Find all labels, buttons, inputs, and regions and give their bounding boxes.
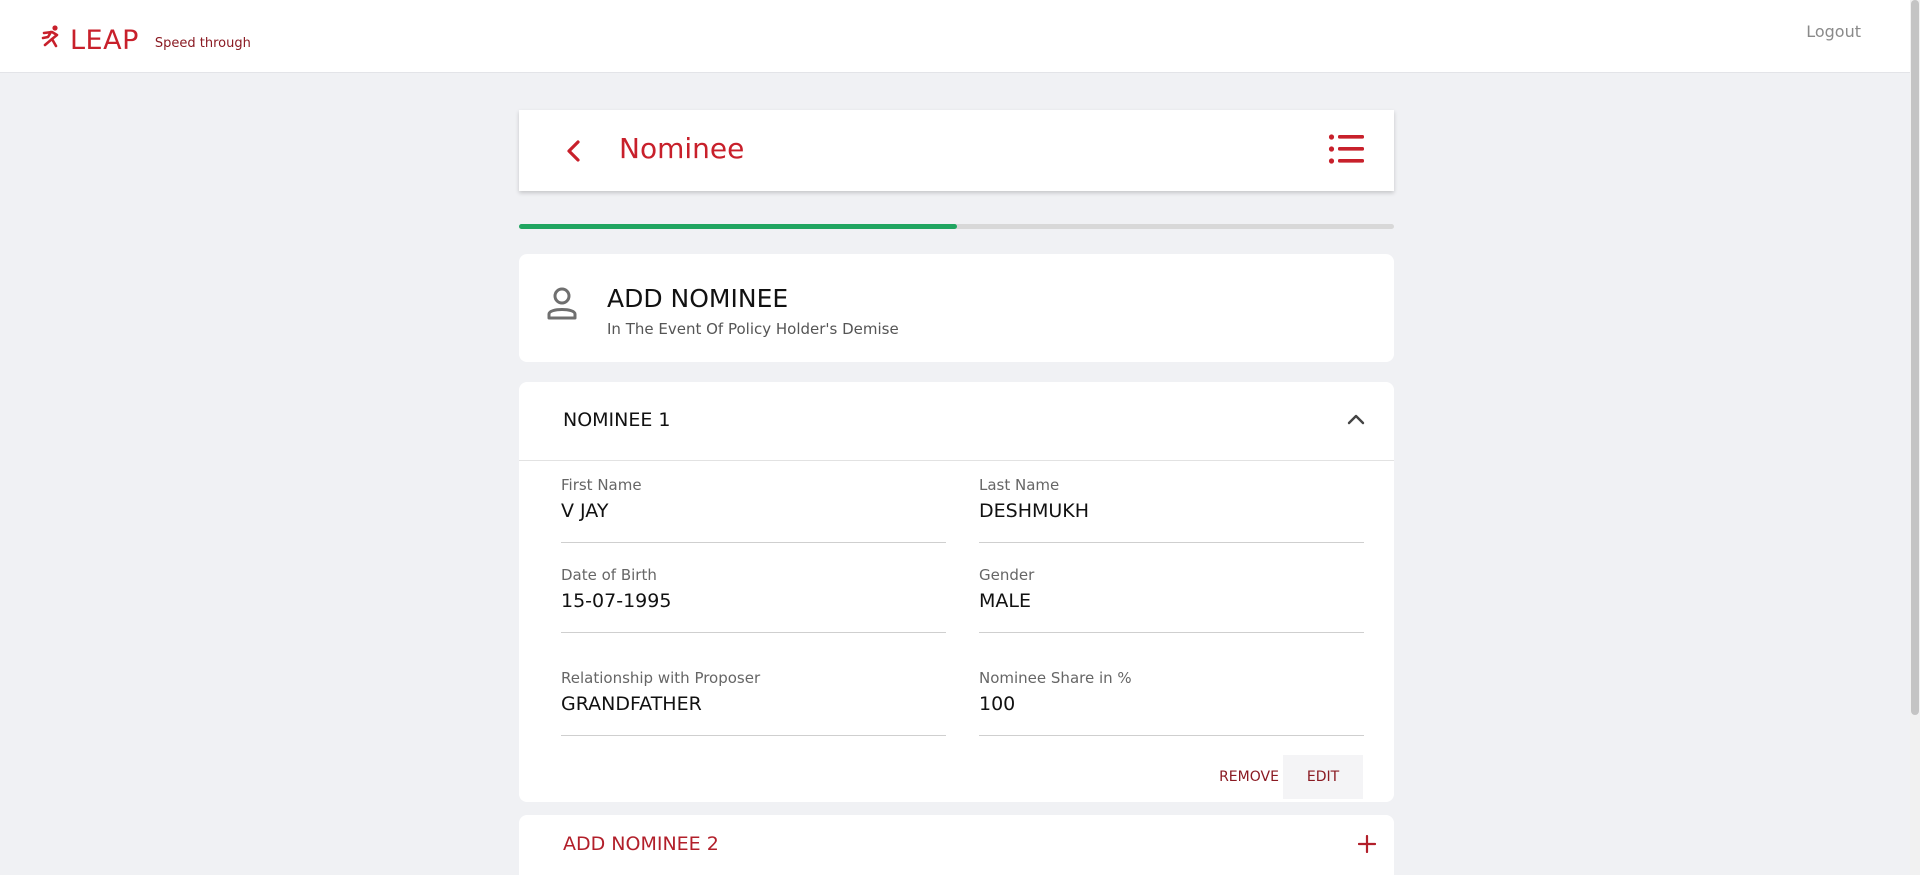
date-of-birth-label: Date of Birth <box>561 566 657 584</box>
relationship-field: Relationship with Proposer GRANDFATHER <box>561 669 946 736</box>
add-nominee-intro-card: ADD NOMINEE In The Event Of Policy Holde… <box>519 254 1394 362</box>
edit-button[interactable]: EDIT <box>1283 755 1363 799</box>
nominee-1-card: NOMINEE 1 First Name V JAY Last Name DES… <box>519 382 1394 802</box>
gender-field: Gender MALE <box>979 566 1364 633</box>
relationship-value: GRANDFATHER <box>561 693 702 715</box>
scrollbar-thumb[interactable] <box>1911 0 1919 715</box>
remove-button[interactable]: REMOVE <box>1209 755 1289 799</box>
person-icon <box>545 286 579 322</box>
add-nominee-2-card[interactable]: ADD NOMINEE 2 <box>519 815 1394 875</box>
first-name-value: V JAY <box>561 500 609 522</box>
nominee-1-title: NOMINEE 1 <box>563 409 671 431</box>
first-name-label: First Name <box>561 476 642 494</box>
chevron-left-icon <box>567 140 580 162</box>
back-button[interactable] <box>559 136 589 166</box>
nominee-share-field: Nominee Share in % 100 <box>979 669 1364 736</box>
top-navbar: LEAP Speed through Logout <box>0 0 1920 73</box>
page-header-card: Nominee <box>519 110 1394 191</box>
relationship-label: Relationship with Proposer <box>561 669 761 687</box>
date-of-birth-value: 15-07-1995 <box>561 590 672 612</box>
progress-bar <box>519 224 1394 229</box>
chevron-up-icon[interactable] <box>1346 412 1366 426</box>
nominee-share-label: Nominee Share in % <box>979 669 1132 687</box>
menu-button[interactable] <box>1328 132 1364 166</box>
progress-bar-fill <box>519 224 957 229</box>
logout-link[interactable]: Logout <box>1806 22 1861 41</box>
last-name-label: Last Name <box>979 476 1060 494</box>
section-subtitle: In The Event Of Policy Holder's Demise <box>607 320 899 338</box>
nominee-share-value: 100 <box>979 693 1016 715</box>
plus-icon[interactable] <box>1358 835 1376 853</box>
runner-logo-icon <box>40 24 64 57</box>
gender-value: MALE <box>979 590 1031 612</box>
section-title: ADD NOMINEE <box>607 284 789 313</box>
last-name-field: Last Name DESHMUKH <box>979 476 1364 543</box>
brand-tagline: Speed through <box>154 36 251 51</box>
last-name-value: DESHMUKH <box>979 500 1090 522</box>
first-name-field: First Name V JAY <box>561 476 946 543</box>
page-scrollbar[interactable] <box>1910 0 1920 875</box>
brand-name: LEAP <box>70 24 139 56</box>
add-nominee-2-label: ADD NOMINEE 2 <box>563 833 719 855</box>
list-menu-icon <box>1328 134 1364 164</box>
brand-logo[interactable]: LEAP Speed through <box>40 24 251 57</box>
nominee-1-accordion-header[interactable]: NOMINEE 1 <box>519 382 1394 461</box>
date-of-birth-field: Date of Birth 15-07-1995 <box>561 566 946 633</box>
page-title: Nominee <box>619 132 745 165</box>
gender-label: Gender <box>979 566 1035 584</box>
